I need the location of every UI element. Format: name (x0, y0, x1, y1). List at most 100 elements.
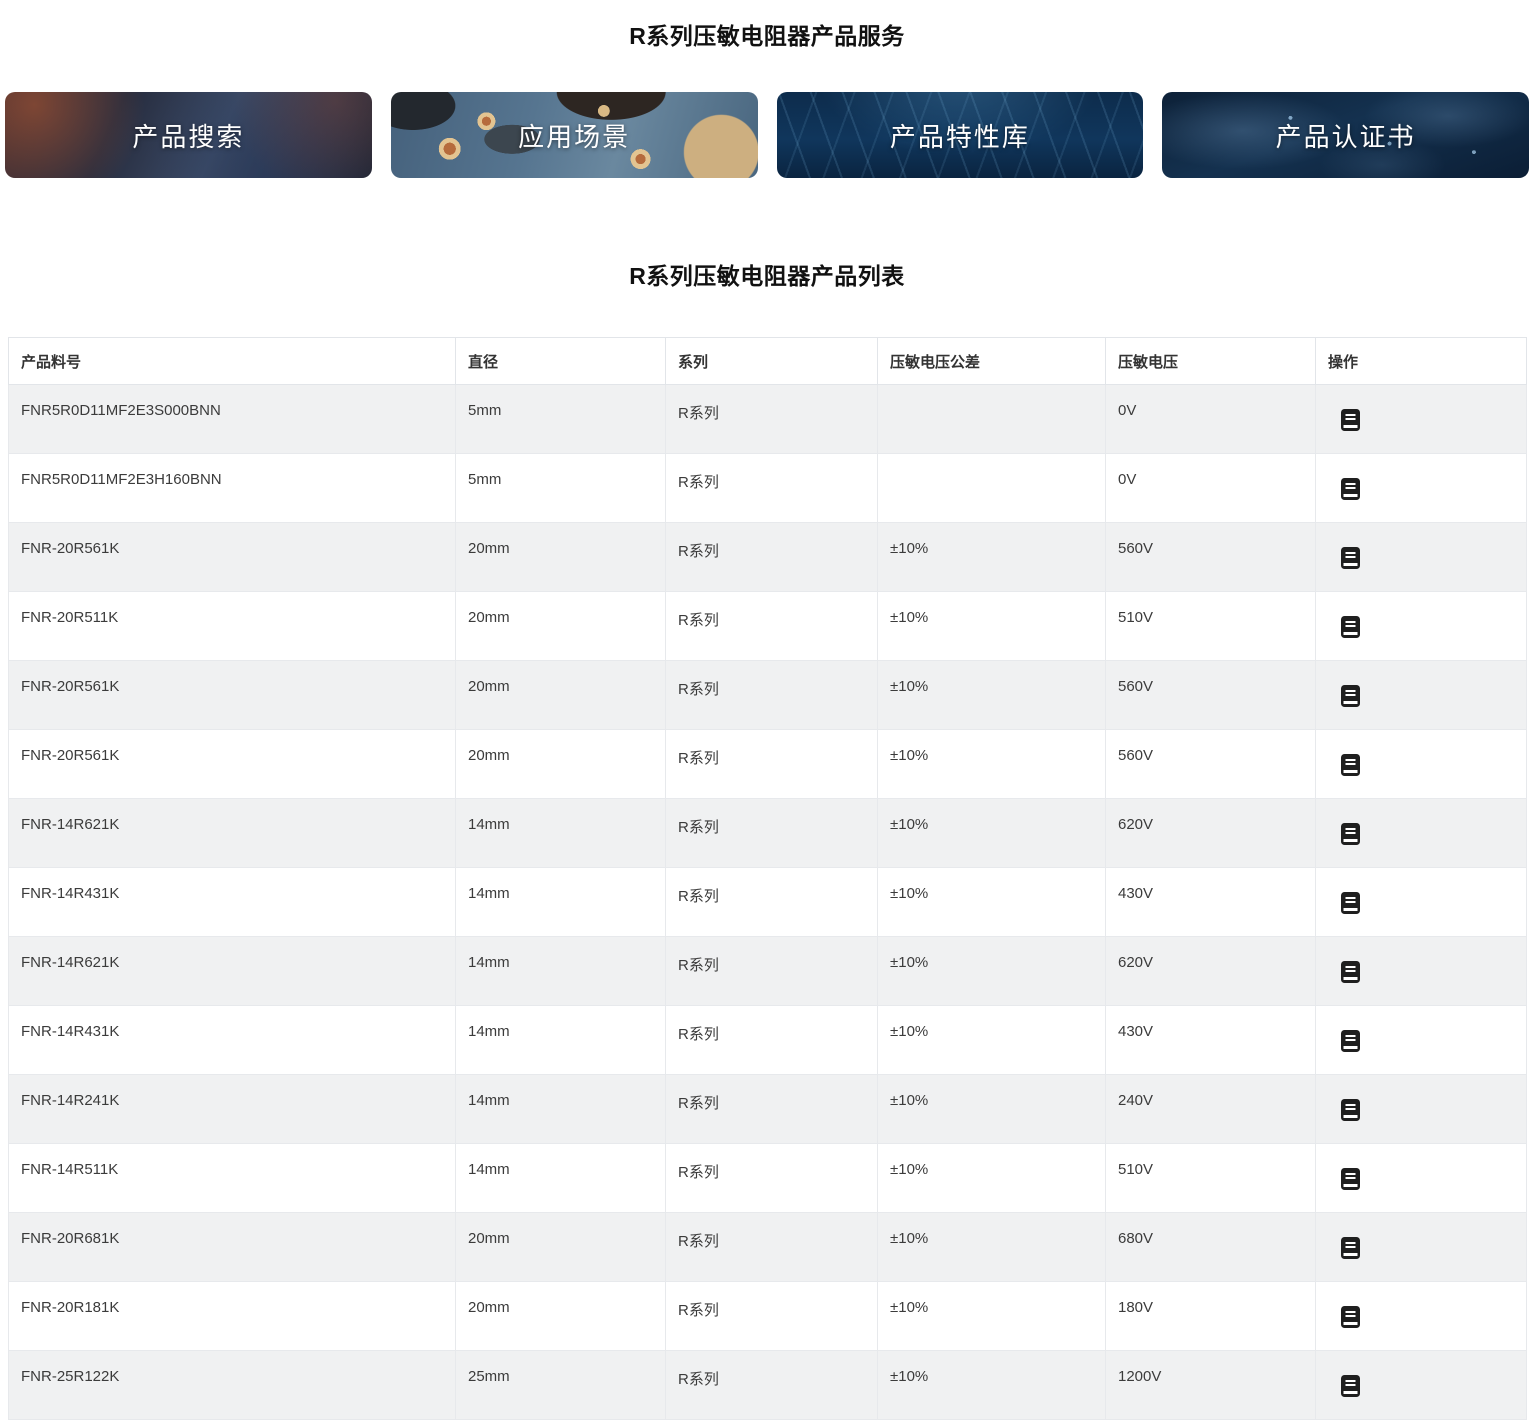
cell-series: R系列 (666, 1075, 878, 1144)
banner-label: 产品认证书 (1276, 117, 1416, 154)
view-datasheet-button[interactable] (1341, 1168, 1360, 1190)
book-icon (1341, 823, 1360, 845)
cell-varistor-voltage: 240V (1106, 1075, 1316, 1144)
view-datasheet-button[interactable] (1341, 754, 1360, 776)
cell-part-number: FNR-20R561K (9, 730, 456, 799)
cell-voltage-tolerance: ±10% (878, 592, 1106, 661)
cell-action (1316, 523, 1527, 592)
view-datasheet-button[interactable] (1341, 892, 1360, 914)
cell-series: R系列 (666, 592, 878, 661)
book-icon (1341, 1030, 1360, 1052)
view-datasheet-button[interactable] (1341, 1237, 1360, 1259)
cell-part-number: FNR-25R122K (9, 1351, 456, 1420)
table-row: FNR-14R241K 14mm R系列 ±10% 240V (9, 1075, 1527, 1144)
book-icon (1341, 754, 1360, 776)
cell-voltage-tolerance: ±10% (878, 730, 1106, 799)
cell-series: R系列 (666, 868, 878, 937)
view-datasheet-button[interactable] (1341, 1375, 1360, 1397)
book-icon (1341, 1375, 1360, 1397)
cell-voltage-tolerance: ±10% (878, 799, 1106, 868)
cell-part-number: FNR-14R431K (9, 868, 456, 937)
column-header: 系列 (666, 338, 878, 385)
cell-voltage-tolerance: ±10% (878, 1282, 1106, 1351)
banner-certificates[interactable]: 产品认证书 (1162, 92, 1529, 178)
column-header: 压敏电压 (1106, 338, 1316, 385)
cell-varistor-voltage: 560V (1106, 730, 1316, 799)
table-row: FNR-14R511K 14mm R系列 ±10% 510V (9, 1144, 1527, 1213)
cell-diameter: 20mm (456, 730, 666, 799)
book-icon (1341, 478, 1360, 500)
cell-series: R系列 (666, 1213, 878, 1282)
column-header: 操作 (1316, 338, 1527, 385)
view-datasheet-button[interactable] (1341, 823, 1360, 845)
view-datasheet-button[interactable] (1341, 1030, 1360, 1052)
page: R系列压敏电阻器产品服务 产品搜索 应用场景 产品特性库 产品认证书 R系列压敏… (0, 0, 1534, 1420)
banner-product-search[interactable]: 产品搜索 (5, 92, 372, 178)
cell-diameter: 20mm (456, 592, 666, 661)
table-row: FNR-14R621K 14mm R系列 ±10% 620V (9, 799, 1527, 868)
cell-action (1316, 1351, 1527, 1420)
book-icon (1341, 547, 1360, 569)
view-datasheet-button[interactable] (1341, 1099, 1360, 1121)
cell-part-number: FNR5R0D11MF2E3H160BNN (9, 454, 456, 523)
view-datasheet-button[interactable] (1341, 547, 1360, 569)
cell-diameter: 20mm (456, 523, 666, 592)
cell-diameter: 14mm (456, 1144, 666, 1213)
view-datasheet-button[interactable] (1341, 409, 1360, 431)
cell-part-number: FNR-20R511K (9, 592, 456, 661)
cell-series: R系列 (666, 454, 878, 523)
book-icon (1341, 1237, 1360, 1259)
cell-action (1316, 385, 1527, 454)
table-row: FNR-20R561K 20mm R系列 ±10% 560V (9, 730, 1527, 799)
cell-part-number: FNR-20R681K (9, 1213, 456, 1282)
cell-action (1316, 661, 1527, 730)
cell-voltage-tolerance: ±10% (878, 1144, 1106, 1213)
list-title: R系列压敏电阻器产品列表 (0, 178, 1534, 291)
view-datasheet-button[interactable] (1341, 685, 1360, 707)
table-row: FNR-14R431K 14mm R系列 ±10% 430V (9, 868, 1527, 937)
cell-voltage-tolerance: ±10% (878, 1075, 1106, 1144)
cell-part-number: FNR-14R621K (9, 799, 456, 868)
view-datasheet-button[interactable] (1341, 616, 1360, 638)
view-datasheet-button[interactable] (1341, 961, 1360, 983)
table-row: FNR-25R122K 25mm R系列 ±10% 1200V (9, 1351, 1527, 1420)
cell-varistor-voltage: 180V (1106, 1282, 1316, 1351)
cell-varistor-voltage: 430V (1106, 1006, 1316, 1075)
cell-voltage-tolerance (878, 454, 1106, 523)
cell-diameter: 14mm (456, 868, 666, 937)
cell-series: R系列 (666, 523, 878, 592)
table-row: FNR-20R181K 20mm R系列 ±10% 180V (9, 1282, 1527, 1351)
table-row: FNR-14R621K 14mm R系列 ±10% 620V (9, 937, 1527, 1006)
cell-series: R系列 (666, 1006, 878, 1075)
table-row: FNR-20R561K 20mm R系列 ±10% 560V (9, 523, 1527, 592)
cell-diameter: 25mm (456, 1351, 666, 1420)
cell-voltage-tolerance: ±10% (878, 1213, 1106, 1282)
view-datasheet-button[interactable] (1341, 1306, 1360, 1328)
cell-voltage-tolerance: ±10% (878, 1351, 1106, 1420)
cell-diameter: 5mm (456, 454, 666, 523)
cell-diameter: 14mm (456, 937, 666, 1006)
cell-diameter: 14mm (456, 1075, 666, 1144)
page-title: R系列压敏电阻器产品服务 (0, 0, 1534, 51)
cell-action (1316, 868, 1527, 937)
book-icon (1341, 685, 1360, 707)
cell-series: R系列 (666, 730, 878, 799)
book-icon (1341, 892, 1360, 914)
banner-application-scenes[interactable]: 应用场景 (391, 92, 758, 178)
book-icon (1341, 409, 1360, 431)
table-row: FNR-14R431K 14mm R系列 ±10% 430V (9, 1006, 1527, 1075)
cell-diameter: 20mm (456, 661, 666, 730)
cell-varistor-voltage: 430V (1106, 868, 1316, 937)
banner-label: 产品特性库 (890, 117, 1030, 154)
cell-series: R系列 (666, 799, 878, 868)
cell-diameter: 20mm (456, 1282, 666, 1351)
cell-voltage-tolerance: ±10% (878, 523, 1106, 592)
banner-characteristics-library[interactable]: 产品特性库 (777, 92, 1144, 178)
cell-diameter: 5mm (456, 385, 666, 454)
cell-part-number: FNR-20R561K (9, 523, 456, 592)
table-row: FNR5R0D11MF2E3S000BNN 5mm R系列 0V (9, 385, 1527, 454)
table-header-row: 产品料号直径系列压敏电压公差压敏电压操作 (9, 338, 1527, 385)
view-datasheet-button[interactable] (1341, 478, 1360, 500)
cell-part-number: FNR-20R181K (9, 1282, 456, 1351)
cell-action (1316, 1075, 1527, 1144)
